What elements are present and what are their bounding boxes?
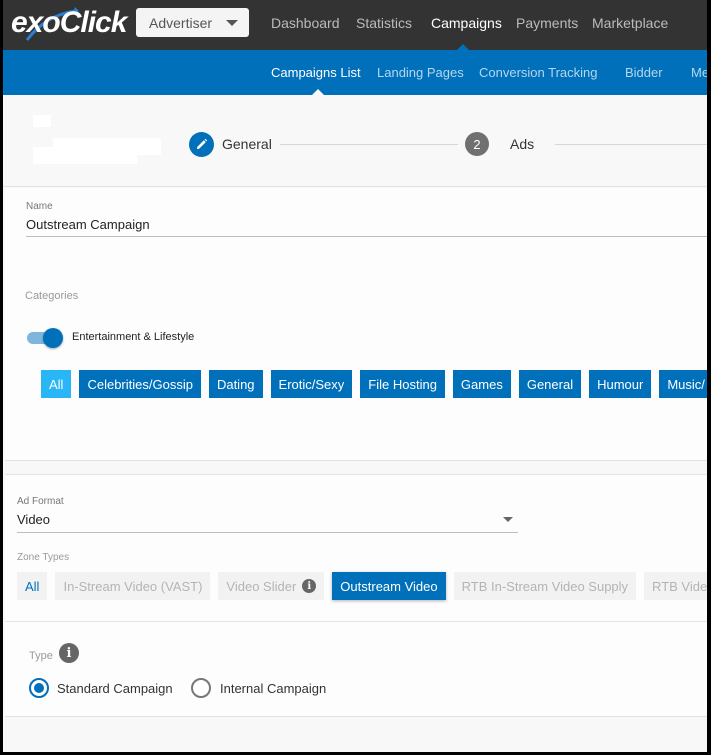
internal-campaign-label[interactable]: Internal Campaign: [220, 681, 326, 696]
app-frame: exoClick Advertiser Dashboard Statistics…: [3, 0, 707, 752]
ad-format-label: Ad Format: [17, 496, 64, 507]
campaign-type-section: Type i Standard Campaign Internal Campai…: [5, 622, 707, 717]
subnav-conversion-tracking[interactable]: Conversion Tracking: [479, 65, 598, 80]
info-icon[interactable]: i: [302, 579, 317, 593]
category-chip[interactable]: Games: [452, 370, 511, 398]
category-chip[interactable]: File Hosting: [360, 370, 445, 398]
standard-campaign-label[interactable]: Standard Campaign: [57, 681, 173, 696]
zone-type-label: Video Slider: [226, 578, 297, 594]
category-chip[interactable]: Music/: [659, 370, 707, 398]
step-connector: [555, 144, 707, 145]
step-connector: [280, 144, 458, 145]
zone-type-rtb-instream-supply[interactable]: RTB In-Stream Video Supply: [453, 572, 637, 600]
zone-type-label: Outstream Video: [340, 578, 438, 594]
nav-marketplace[interactable]: Marketplace: [592, 15, 668, 31]
redacted-block: [33, 147, 137, 164]
category-chip[interactable]: Erotic/Sexy: [270, 370, 353, 398]
category-chip[interactable]: Humour: [589, 370, 652, 398]
step-general-label[interactable]: General: [222, 136, 272, 152]
account-type-label: Advertiser: [149, 14, 213, 31]
category-chips: All Celebrities/Gossip Dating Erotic/Sex…: [41, 370, 707, 398]
zone-type-options: All In-Stream Video (VAST) Video Slider i…: [17, 572, 707, 600]
zone-type-video-slider[interactable]: Video Slider i: [218, 572, 325, 600]
name-input[interactable]: Outstream Campaign: [26, 217, 150, 232]
pencil-icon: [196, 138, 208, 150]
campaign-stepper: General 2 Ads: [3, 95, 707, 187]
zone-type-outstream-video[interactable]: Outstream Video: [332, 572, 446, 600]
zone-type-label: All: [25, 578, 40, 594]
zone-type-label: In-Stream Video (VAST): [63, 578, 203, 594]
category-chip[interactable]: Celebrities/Gossip: [79, 370, 201, 398]
zone-type-rtb-video[interactable]: RTB Video S: [644, 572, 707, 600]
ad-format-underline: [17, 532, 518, 533]
redacted-block: [33, 115, 51, 127]
logo-text: exoClick: [11, 6, 127, 39]
nav-dashboard[interactable]: Dashboard: [271, 15, 340, 31]
category-chip-all[interactable]: All: [41, 370, 72, 398]
name-input-underline: [26, 236, 707, 237]
top-bar: exoClick Advertiser Dashboard Statistics…: [3, 0, 707, 50]
entertainment-lifestyle-toggle[interactable]: [27, 328, 63, 348]
nav-campaigns[interactable]: Campaigns: [431, 15, 502, 31]
zone-types-label: Zone Types: [17, 552, 70, 563]
general-section: Name Outstream Campaign Categories Enter…: [5, 188, 707, 461]
ad-format-section: Ad Format Video Zone Types All In-Stream…: [5, 474, 707, 622]
step-ads-indicator[interactable]: 2: [465, 132, 489, 156]
zone-type-label: RTB In-Stream Video Supply: [461, 578, 629, 594]
nav-payments[interactable]: Payments: [516, 15, 578, 31]
category-chip[interactable]: Dating: [208, 370, 263, 398]
step-general-indicator[interactable]: [189, 132, 214, 157]
account-type-dropdown[interactable]: Advertiser: [136, 8, 249, 37]
zone-type-all[interactable]: All: [17, 572, 48, 600]
toggle-knob: [43, 328, 63, 348]
sub-nav: Campaigns List Landing Pages Conversion …: [3, 50, 707, 95]
caret-down-icon[interactable]: [503, 517, 513, 522]
caret-down-icon: [226, 19, 239, 26]
subnav-bidder[interactable]: Bidder: [625, 65, 663, 80]
subnav-campaigns-list[interactable]: Campaigns List: [271, 65, 361, 80]
toggle-label: Entertainment & Lifestyle: [72, 331, 195, 343]
internal-campaign-radio[interactable]: [191, 678, 211, 698]
categories-label: Categories: [25, 290, 79, 302]
step-ads-label[interactable]: Ads: [510, 136, 534, 152]
nav-statistics[interactable]: Statistics: [356, 15, 412, 31]
subnav-more[interactable]: Me: [691, 65, 707, 80]
standard-campaign-radio[interactable]: [29, 678, 49, 698]
zone-type-label: RTB Video S: [652, 578, 707, 594]
zone-type-instream-vast[interactable]: In-Stream Video (VAST): [55, 572, 211, 600]
subnav-landing-pages[interactable]: Landing Pages: [377, 65, 464, 80]
ad-format-select[interactable]: Video: [17, 512, 50, 527]
info-icon[interactable]: i: [59, 643, 79, 663]
exoclick-logo[interactable]: exoClick: [9, 4, 127, 44]
name-field-label: Name: [26, 201, 53, 212]
type-label: Type: [29, 650, 53, 662]
category-chip[interactable]: General: [518, 370, 582, 398]
